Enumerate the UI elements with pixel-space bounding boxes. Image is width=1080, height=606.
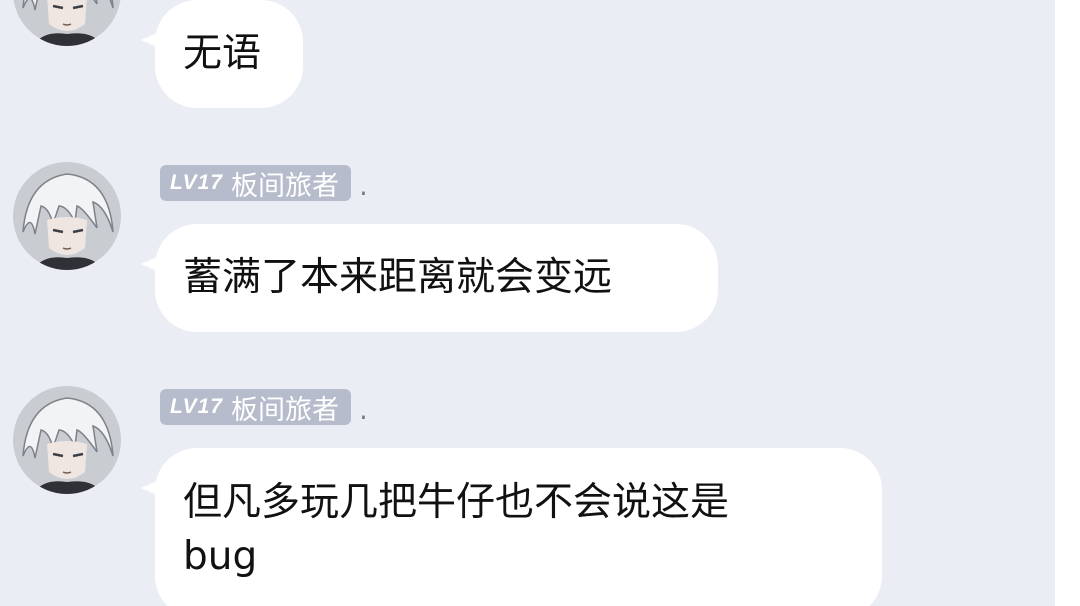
bubble-tail [141, 476, 169, 500]
user-badge[interactable]: LV17 板间旅者 [160, 389, 352, 426]
right-edge [1055, 0, 1080, 606]
message-text: 无语 [183, 31, 262, 76]
anime-avatar-icon [13, 386, 121, 494]
level-label: LV17 [170, 171, 224, 194]
message-text: 但凡多玩几把牛仔也不会说这是 bug [183, 480, 730, 579]
message-bubble[interactable]: 蓄满了本来距离就会变远 [141, 224, 718, 332]
message-bubble[interactable]: 无语 [141, 0, 303, 108]
avatar[interactable] [13, 0, 121, 46]
nickname-suffix: . [359, 168, 368, 202]
avatar[interactable] [13, 162, 121, 270]
sender-info: LV17 板间旅者 . [160, 389, 368, 426]
nickname-suffix: . [359, 392, 368, 426]
anime-avatar-icon [13, 0, 121, 46]
user-badge[interactable]: LV17 板间旅者 [160, 165, 352, 202]
bubble-tail [141, 28, 169, 52]
chat-area: 无语 LV17 板间旅者 . 蓄满了本来距离就会变远 LV17 板间旅者 . 但… [0, 0, 1055, 606]
sender-info: LV17 板间旅者 . [160, 165, 368, 202]
message-bubble[interactable]: 但凡多玩几把牛仔也不会说这是 bug [141, 448, 882, 606]
anime-avatar-icon [13, 162, 121, 270]
nickname: 板间旅者 [231, 394, 340, 426]
bubble-tail [141, 252, 169, 276]
avatar[interactable] [13, 386, 121, 494]
nickname: 板间旅者 [231, 170, 340, 202]
level-label: LV17 [170, 395, 224, 418]
message-text: 蓄满了本来距离就会变远 [183, 255, 613, 300]
